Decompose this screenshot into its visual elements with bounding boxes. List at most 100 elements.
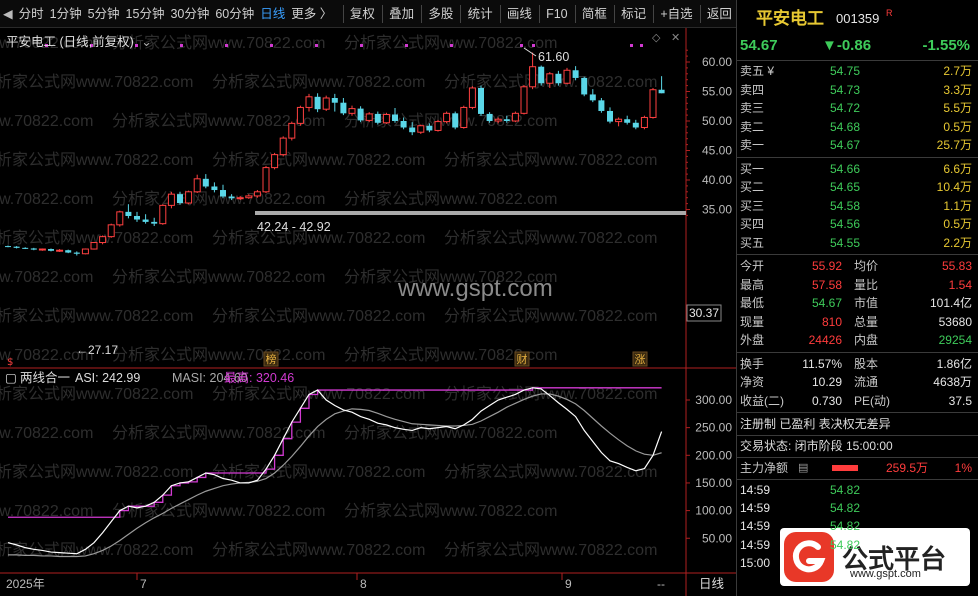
price-change-pct: -1.55% — [922, 37, 970, 54]
watermark-text: 分析家公式网www.70822.com — [0, 541, 193, 559]
event-tag-cai: 财 — [517, 352, 528, 366]
ask-row-1-volume: 25.7万 — [936, 138, 972, 152]
chevron-down-icon[interactable]: ⌄ — [141, 35, 151, 49]
date-label-aug: 8 — [360, 577, 367, 591]
restore-rights-button[interactable]: 复权 — [346, 0, 379, 28]
watermark-text: 分析家公式网www.70822.com — [212, 541, 425, 559]
event-tag-zhang: 涨 — [635, 353, 646, 366]
watermark-text: 分析家公式网www.70822.com — [212, 73, 425, 91]
event-tag-bang: 榜 — [266, 352, 277, 366]
price-tick-label: 55.00 — [702, 85, 732, 99]
candle-body-up — [546, 73, 554, 84]
divider — [736, 254, 978, 255]
signal-dot — [532, 44, 535, 47]
simple-frame-button[interactable]: 简框 — [578, 0, 611, 28]
watermark-text: 分析家公式网www.70822.com — [0, 424, 93, 442]
stat-row-cell-2: PE(动) — [854, 393, 891, 408]
watermark-text: 分析家公式网www.70822.com — [0, 190, 93, 208]
overlay-button[interactable]: 叠加 — [385, 0, 418, 28]
tab-1min[interactable]: 1分钟 — [47, 0, 85, 28]
tab-15min[interactable]: 15分钟 — [123, 0, 168, 28]
kline-chart-area[interactable]: 分析家公式网www.70822.com 分析家公式网www.70822.com 分析… — [0, 28, 736, 596]
ask-row-5-volume: 2.7万 — [943, 64, 972, 78]
main-flow-value: 259.5万 — [885, 461, 928, 475]
bid-row-4: 买四 54.56 0.5万 — [736, 215, 978, 233]
date-axis-more: -- — [657, 577, 665, 591]
triangle-left-icon[interactable]: ◀ — [0, 0, 16, 28]
bid-row-1-value: 54.66 — [829, 161, 860, 176]
ask-row-3-volume: 5.5万 — [943, 101, 972, 115]
signal-dot — [405, 44, 408, 47]
watermark-text: 分析家公式网www.70822.com — [112, 346, 325, 364]
back-button[interactable]: 返回 — [703, 0, 736, 28]
ask-row-5-label: 卖五 ¥ — [740, 64, 775, 78]
candle-body-down — [392, 114, 398, 121]
tick-price: 54.82 — [829, 519, 860, 534]
bid-row-2-value: 54.65 — [829, 180, 860, 194]
watermark-text: 分析家公式网www.70822.com — [112, 268, 325, 286]
trade-status: 交易状态: 闭市阶段 15:00:00 — [736, 437, 978, 455]
stat-row-cell-3: 37.5 — [948, 393, 972, 408]
watermark-text: 分析家公式网www.70822.com — [112, 190, 325, 208]
candle-body-up — [305, 96, 313, 108]
bid-row-4-value: 54.56 — [829, 217, 860, 231]
candle-body-up — [365, 113, 373, 121]
chart-title: 平安电工 (日线,前复权) ⌄ — [6, 31, 152, 50]
candle-body-up — [159, 204, 167, 225]
tick-time: 14:59 — [740, 519, 771, 534]
tab-30min[interactable]: 30分钟 — [167, 0, 212, 28]
candle-body-up — [615, 118, 623, 123]
tab-5min[interactable]: 5分钟 — [85, 0, 123, 28]
tab-60min[interactable]: 60分钟 — [212, 0, 257, 28]
mark-button[interactable]: 标记 — [617, 0, 650, 28]
watermark-text: 分析家公式网www.70822.com — [344, 424, 557, 442]
quote-panel-content: 平安电工 001359 R 54.67 ▼-0.86 -1.55% 卖五 ¥ 54… — [736, 0, 978, 596]
candle-body-down — [65, 250, 72, 253]
f10-button[interactable]: F10 — [542, 0, 572, 28]
diamond-icon: ◇ — [652, 31, 661, 44]
candle-body-up — [236, 197, 244, 200]
stock-code: 001359 — [836, 11, 880, 26]
stat-row-cell-1: 24426 — [808, 333, 842, 347]
add-watchlist-button[interactable]: +自选 — [656, 0, 696, 28]
multi-stock-button[interactable]: 多股 — [424, 0, 457, 28]
tab-more[interactable]: 更多 〉 — [288, 0, 335, 28]
stat-row: 换手 11.57% 股本 1.86亿 — [736, 355, 978, 373]
divider — [736, 435, 978, 436]
stat-row: 净资 10.29 流通 4638万 — [736, 373, 978, 391]
stat-row: 外盘 24426 内盘 29254 — [736, 331, 978, 349]
stat-row: 收益(二) 0.730 PE(动) 37.5 — [736, 392, 978, 410]
statistics-button[interactable]: 统计 — [464, 0, 497, 28]
ask-row-4-label: 卖四 — [740, 82, 765, 97]
tab-daily[interactable]: 日线 — [257, 0, 288, 28]
stat-row: 今开 55.92 均价 55.83 — [736, 257, 978, 275]
signal-dot — [520, 44, 523, 47]
indicator-tick-label: 300.00 — [695, 393, 732, 407]
candle-body-down — [409, 127, 416, 133]
toolbar: ◀ 分时 1分钟 5分钟 15分钟 30分钟 60分钟 日线 更多 〉 复权 叠… — [0, 0, 736, 28]
high-label: 61.60 — [538, 50, 569, 64]
candle-body-up — [434, 121, 442, 131]
date-label-sep: 9 — [565, 577, 572, 591]
candle-body-down — [331, 97, 338, 103]
bid-row-5-value: 54.55 — [829, 235, 860, 250]
main-flow-row: 主力净额 ▤ 259.5万 1% — [736, 459, 978, 477]
candle-body-down — [589, 94, 596, 101]
signal-dot — [630, 44, 633, 47]
draw-line-button[interactable]: 画线 — [503, 0, 536, 28]
low-label: ←27.17 — [76, 343, 118, 357]
candle-body-up — [348, 108, 356, 114]
bid-row-2: 买二 54.65 10.4万 — [736, 178, 978, 196]
candle-body-down — [211, 186, 218, 191]
divider — [736, 60, 978, 61]
stat-row-cell-1: 810 — [821, 314, 842, 329]
bid-row-5: 买五 54.55 2.2万 — [736, 234, 978, 252]
tab-fenshi[interactable]: 分时 — [16, 0, 47, 28]
signal-dot — [270, 44, 273, 47]
list-icon[interactable]: ▤ — [798, 459, 808, 477]
stat-row-cell-0: 最低 — [740, 296, 765, 310]
divider — [736, 457, 978, 458]
stat-row-cell-1: 55.92 — [811, 259, 842, 273]
ask-row-3-value: 54.72 — [829, 101, 860, 115]
candle-body-down — [73, 252, 80, 254]
